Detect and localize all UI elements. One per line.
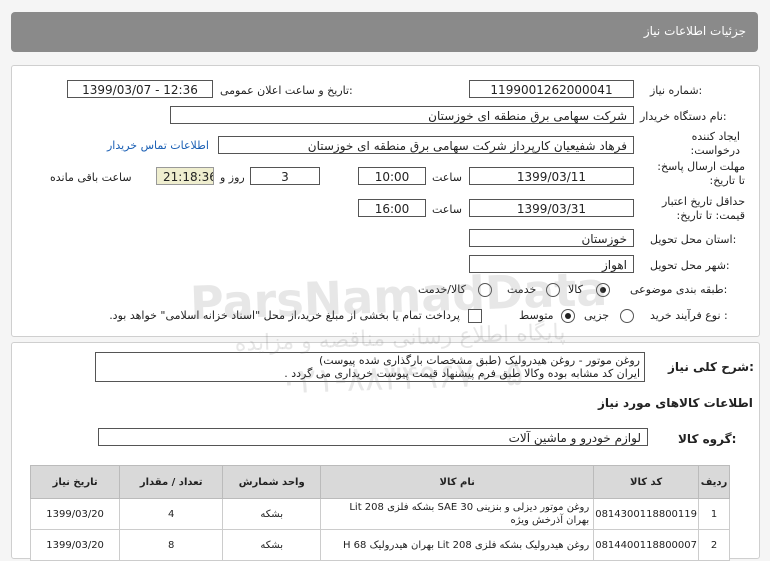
process-minor-radio[interactable]	[620, 309, 634, 323]
province-label: استان محل تحویل:	[650, 233, 737, 246]
row-name: روغن هیدرولیک بشکه فلزی Lit 208 بهران هی…	[320, 529, 595, 561]
remaining-label: ساعت باقی مانده	[50, 171, 132, 184]
city-field[interactable]: اهواز	[469, 255, 634, 273]
days-label: روز و	[220, 171, 245, 184]
row-date: 1399/03/20	[29, 529, 121, 561]
row-date: 1399/03/20	[29, 498, 121, 530]
send-time-field[interactable]: 10:00	[358, 167, 426, 185]
need-number-label: شماره نیاز:	[650, 84, 703, 97]
category-service-radio[interactable]	[546, 283, 560, 297]
send-time-label: ساعت	[432, 171, 462, 184]
row-code: 0814300118800119	[593, 498, 699, 530]
announce-label: تاریخ و ساعت اعلان عمومی:	[220, 84, 353, 97]
col-name-header: نام کالا	[320, 465, 595, 499]
category-goods-label: کالا	[568, 283, 583, 296]
row-name-line-1: روغن هیدرولیک بشکه فلزی Lit 208 بهران هی…	[342, 539, 590, 551]
goods-group-field[interactable]: لوازم خودرو و ماشین آلات	[98, 428, 648, 446]
payment-note: پرداخت تمام یا بخشی از مبلغ خرید،از محل …	[109, 309, 460, 322]
buyer-org-field[interactable]: شرکت سهامی برق منطقه ای خوزستان	[170, 106, 634, 124]
send-date-field[interactable]: 1399/03/11	[469, 167, 634, 185]
table-row[interactable]: 2 0814400118800007 روغن هیدرولیک بشکه فل…	[29, 529, 730, 561]
category-both-radio[interactable]	[478, 283, 492, 297]
validity-time-label: ساعت	[432, 203, 462, 216]
general-desc-line-2: ایران کد مشابه بوده وکالا طبق فرم پیشنها…	[284, 367, 640, 380]
process-medium-radio[interactable]	[561, 309, 575, 323]
page-header: جزئیات اطلاعات نیاز	[11, 12, 758, 52]
col-row-header: ردیف	[698, 465, 730, 499]
goods-group-label: گروه کالا:	[678, 432, 737, 446]
remaining-time-field: 21:18:36	[156, 167, 214, 185]
general-desc-line-1: روغن موتور - روغن هیدرولیک (طبق مشخصات ب…	[318, 354, 640, 367]
col-unit-header: واحد شمارش	[222, 465, 322, 499]
row-name: روغن موتور دیزلی و بنزینی SAE 30 بشکه فل…	[320, 498, 595, 530]
validity-time-field[interactable]: 16:00	[358, 199, 426, 217]
category-goods-radio[interactable]	[596, 283, 610, 297]
validity-label: حداقل تاریخ اعتبار قیمت: تا تاریخ:	[661, 195, 745, 222]
category-both-label: کالا/خدمت	[418, 283, 466, 296]
table-header-row: ردیف کد کالا نام کالا واحد شمارش تعداد /…	[29, 465, 730, 499]
send-deadline-label: مهلت ارسال پاسخ: تا تاریخ:	[657, 160, 745, 187]
treasury-checkbox[interactable]	[468, 309, 482, 323]
need-number-field[interactable]: 1199001262000041	[469, 80, 634, 98]
goods-info-title: اطلاعات کالاهای مورد نیاز	[598, 396, 753, 410]
col-date-header: تاریخ نیاز	[29, 465, 121, 499]
buyer-org-label: نام دستگاه خریدار:	[640, 110, 727, 123]
row-qty: 4	[119, 498, 224, 530]
table-row[interactable]: 1 0814300118800119 روغن موتور دیزلی و بن…	[29, 498, 730, 530]
row-number: 2	[698, 529, 730, 561]
process-label: نوع فرآیند خرید :	[650, 309, 728, 322]
process-minor-label: جزیی	[584, 309, 610, 322]
col-qty-header: تعداد / مقدار	[119, 465, 224, 499]
days-field[interactable]: 3	[250, 167, 320, 185]
creator-field[interactable]: فرهاد شفیعیان کارپرداز شرکت سهامی برق من…	[218, 136, 634, 154]
creator-label: ایجاد کننده درخواست:	[690, 130, 740, 157]
buyer-contact-link[interactable]: اطلاعات تماس خریدار	[107, 139, 209, 152]
category-service-label: خدمت	[507, 283, 537, 296]
row-qty: 8	[119, 529, 224, 561]
col-code-header: کد کالا	[593, 465, 699, 499]
process-medium-label: متوسط	[519, 309, 554, 322]
goods-table: ردیف کد کالا نام کالا واحد شمارش تعداد /…	[29, 465, 730, 561]
row-name-line-1: روغن موتور دیزلی و بنزینی SAE 30 بشکه فل…	[349, 502, 590, 513]
row-code: 0814400118800007	[593, 529, 699, 561]
city-label: شهر محل تحویل:	[650, 259, 730, 272]
row-name-line-2: بهران آذرخش ویژه	[510, 515, 590, 526]
row-number: 1	[698, 498, 730, 530]
general-desc-label: شرح کلی نیاز:	[668, 360, 754, 374]
category-label: طبقه بندی موضوعی:	[630, 283, 728, 296]
row-unit: بشکه	[222, 529, 322, 561]
announce-field[interactable]: 1399/03/07 - 12:36	[67, 80, 213, 98]
row-unit: بشکه	[222, 498, 322, 530]
general-desc-field[interactable]: روغن موتور - روغن هیدرولیک (طبق مشخصات ب…	[95, 352, 645, 382]
validity-date-field[interactable]: 1399/03/31	[469, 199, 634, 217]
page-title: جزئیات اطلاعات نیاز	[643, 24, 746, 38]
province-field[interactable]: خوزستان	[469, 229, 634, 247]
